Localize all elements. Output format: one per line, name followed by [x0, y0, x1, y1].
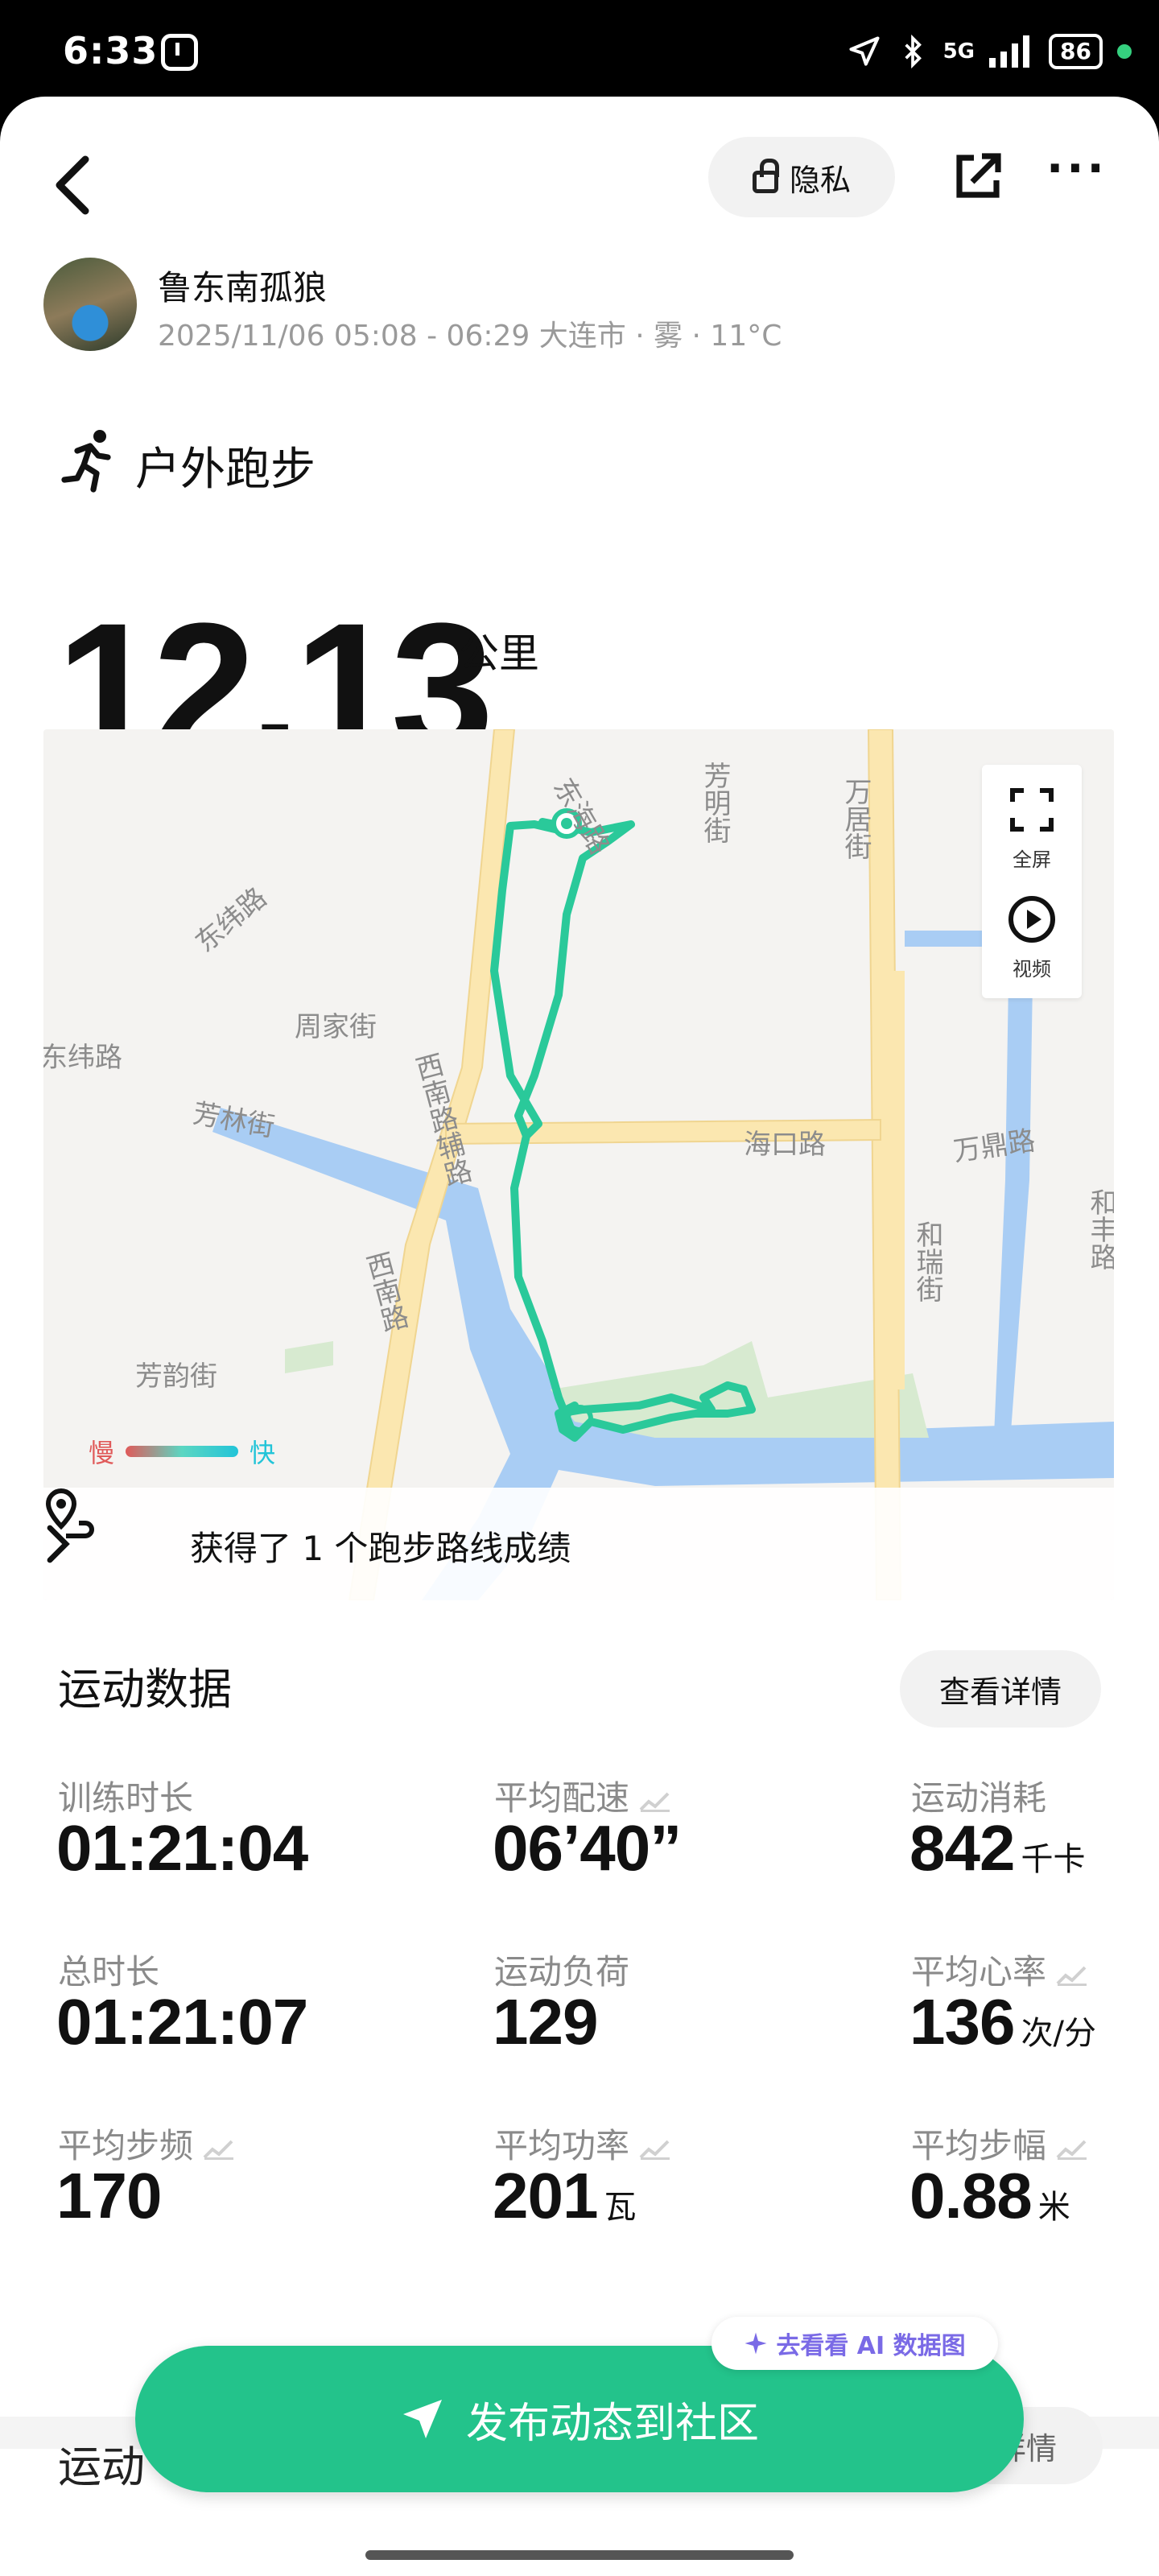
privacy-label: 隐私 [789, 162, 851, 198]
trend-chart-icon[interactable] [203, 2136, 235, 2161]
privacy-button[interactable]: 隐私 [708, 137, 895, 217]
distance-unit: 公里 [459, 630, 539, 677]
share-icon [956, 153, 1001, 198]
location-icon [849, 36, 880, 66]
status-icons: 5G 86 [847, 27, 1132, 76]
trend-chart-icon[interactable] [1056, 2136, 1088, 2161]
status-bar: 6:33 5G 86 [0, 0, 1159, 97]
stat-value-number: 01:21:07 [56, 1986, 308, 2058]
privacy-dot [1117, 44, 1132, 59]
map-label-zhoujia: 周家街 [295, 1011, 377, 1043]
map-label-dongwei-2: 东纬路 [43, 1042, 122, 1074]
achievement-banner[interactable]: 获得了 1 个跑步路线成绩 [43, 1488, 1114, 1600]
stat-value: 01:21:04 [56, 1811, 308, 1885]
route-map[interactable]: 东海路 芳明街 万居街 东纬路 东纬路 周家街 西南路辅路 海口路 万鼎路 芳林… [43, 729, 1114, 1600]
stat-value: 136 次/分 [909, 1985, 1096, 2059]
map-controls: 全屏 视频 [982, 765, 1082, 998]
stat-value: 129 [493, 1985, 598, 2059]
back-button[interactable] [50, 153, 98, 217]
ai-chart-pill[interactable]: 去看看 AI 数据图 [711, 2317, 998, 2370]
park-small [285, 1341, 333, 1373]
fullscreen-label[interactable]: 全屏 [982, 844, 1082, 872]
stat-value-number: 201 [493, 2160, 598, 2231]
stat-unit: 米 [1037, 2189, 1070, 2226]
stat-value-number: 170 [56, 2160, 162, 2231]
user-name[interactable]: 鲁东南孤狼 [158, 261, 327, 310]
stat-unit: 次/分 [1021, 2015, 1096, 2052]
lock-icon [752, 159, 779, 193]
stat-value: 170 [56, 2159, 162, 2233]
map-label-haikou: 海口路 [744, 1129, 826, 1161]
stat-value: 0.88 米 [909, 2159, 1070, 2233]
clock-app-icon [161, 34, 198, 71]
play-video-icon[interactable] [1006, 894, 1058, 945]
map-label-herui: 和瑞街 [911, 1220, 943, 1302]
battery-icon: 86 [1049, 34, 1103, 69]
running-icon [61, 430, 111, 493]
ai-pill-label: 去看看 AI 数据图 [776, 2332, 966, 2360]
map-label-fangyun: 芳韵街 [135, 1360, 217, 1393]
sparkle-icon [744, 2332, 767, 2355]
fullscreen-icon[interactable] [1008, 786, 1056, 834]
trend-chart-icon[interactable] [639, 1789, 671, 1813]
video-label[interactable]: 视频 [982, 953, 1082, 981]
publish-label: 发布动态到社区 [465, 2399, 759, 2448]
signal-icon [989, 35, 1030, 68]
activity-detail-card: 隐私 ··· 鲁东南孤狼 2025/11/06 05:08 - 06:29 大连… [0, 97, 1159, 2576]
trend-chart-icon[interactable] [1056, 1963, 1088, 1987]
stat-value-number: 129 [493, 1986, 598, 2058]
sport-type: 户外跑步 [135, 444, 316, 496]
map-label-fangming: 芳明街 [699, 762, 731, 844]
activity-meta: 2025/11/06 05:08 - 06:29 大连市 · 雾 · 11°C [158, 320, 782, 353]
canal-shape [993, 931, 1033, 1454]
pace-legend: 慢 快 [89, 1433, 275, 1470]
stat-value-number: 06’40” [493, 1812, 682, 1884]
legend-fast: 快 [250, 1438, 276, 1468]
home-indicator [365, 2550, 794, 2560]
section-title-2: 运动 [58, 2442, 145, 2492]
map-label-wanju: 万居街 [839, 778, 872, 860]
send-icon [402, 2400, 442, 2438]
map-label-hefeng: 和丰路 [1085, 1188, 1114, 1270]
chevron-left-icon [56, 155, 89, 215]
stat-value-number: 01:21:04 [56, 1812, 308, 1884]
stat-value: 06’40” [493, 1811, 682, 1885]
stat-value: 201 瓦 [493, 2159, 636, 2233]
section-title-stats: 运动数据 [58, 1664, 232, 1715]
bluetooth-icon [904, 34, 922, 69]
stat-value-number: 136 [909, 1986, 1015, 2058]
network-type: 5G [942, 39, 975, 64]
stat-unit: 瓦 [604, 2189, 637, 2226]
stat-value-number: 0.88 [909, 2160, 1033, 2231]
stat-value: 842 千卡 [909, 1811, 1085, 1885]
trend-chart-icon[interactable] [639, 2136, 671, 2161]
chevron-right-icon [47, 1525, 70, 1563]
more-button[interactable]: ··· [1046, 147, 1111, 201]
legend-slow: 慢 [89, 1438, 115, 1468]
share-button[interactable] [950, 148, 1006, 204]
legend-gradient [126, 1446, 239, 1457]
status-time: 6:33 [63, 29, 159, 72]
avatar[interactable] [43, 258, 137, 351]
achievement-text: 获得了 1 个跑步路线成绩 [190, 1529, 571, 1568]
view-details-button[interactable]: 查看详情 [900, 1650, 1101, 1728]
stat-unit: 千卡 [1021, 1841, 1086, 1878]
stat-value: 01:21:07 [56, 1985, 308, 2059]
side-road [889, 971, 905, 1389]
stat-value-number: 842 [909, 1812, 1015, 1884]
